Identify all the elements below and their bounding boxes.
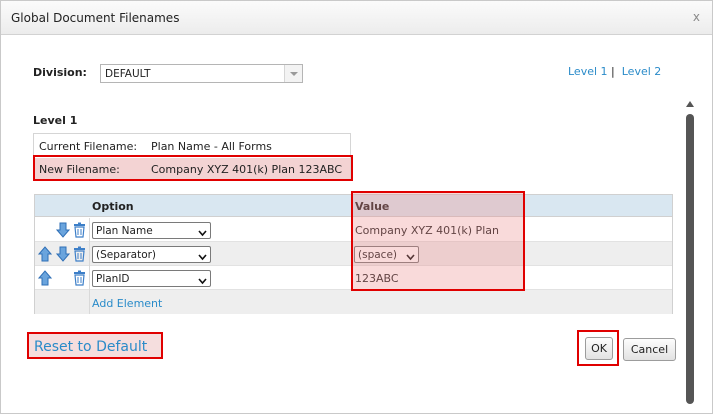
vertical-scrollbar[interactable] [685,100,695,406]
value-column-highlight [351,191,525,291]
division-select-value: DEFAULT [105,68,151,80]
trash-icon[interactable] [73,270,86,286]
option-select[interactable]: Plan Name [92,222,211,239]
add-element-link[interactable]: Add Element [92,297,162,310]
close-icon[interactable]: x [693,10,700,24]
option-column-header: Option [92,200,134,213]
dialog-titlebar: Global Document Filenames x [1,1,712,35]
option-select-value: (Separator) [96,249,157,261]
scrollbar-thumb[interactable] [686,114,694,404]
current-filename-value: Plan Name - All Forms [151,140,272,153]
row-actions [35,290,90,314]
arrow-down-icon[interactable] [56,246,70,262]
option-select[interactable]: (Separator) [92,246,211,263]
new-filename-highlight [33,155,353,181]
scroll-up-icon[interactable] [686,101,694,107]
current-filename-row: Current Filename: Plan Name - All Forms [34,135,350,157]
reset-to-default-link[interactable]: Reset to Default [34,339,147,355]
arrow-up-icon[interactable] [38,246,52,262]
level-2-link[interactable]: Level 2 [622,65,662,78]
option-select-value: PlanID [96,273,130,285]
chevron-down-icon [198,251,207,264]
row-actions [35,242,90,266]
reset-to-default-highlight: Reset to Default [27,332,163,359]
trash-icon[interactable] [73,246,86,262]
trash-icon[interactable] [73,222,86,238]
division-select[interactable]: DEFAULT [100,64,303,83]
level-separator: | [611,65,615,78]
chevron-down-icon [198,275,207,288]
division-label: Division: [33,66,87,79]
ok-button[interactable]: OK [585,337,613,360]
cancel-button[interactable]: Cancel [623,338,676,361]
arrow-down-icon[interactable] [56,222,70,238]
chevron-down-icon [198,227,207,240]
row-actions [35,218,90,242]
option-select-value: Plan Name [96,225,153,237]
add-element-row: Add Element [35,290,672,314]
option-select[interactable]: PlanID [92,270,211,287]
current-filename-label: Current Filename: [39,140,138,153]
arrow-up-icon[interactable] [38,270,52,286]
global-document-filenames-dialog: Global Document Filenames x Division: DE… [0,0,713,414]
section-heading: Level 1 [33,114,78,127]
level-links: Level 1 | Level 2 [568,65,661,78]
dialog-title: Global Document Filenames [11,11,180,25]
row-actions [35,266,90,290]
chevron-down-icon[interactable] [284,65,302,82]
level-1-link[interactable]: Level 1 [568,65,608,78]
ok-button-highlight: OK [577,330,619,366]
